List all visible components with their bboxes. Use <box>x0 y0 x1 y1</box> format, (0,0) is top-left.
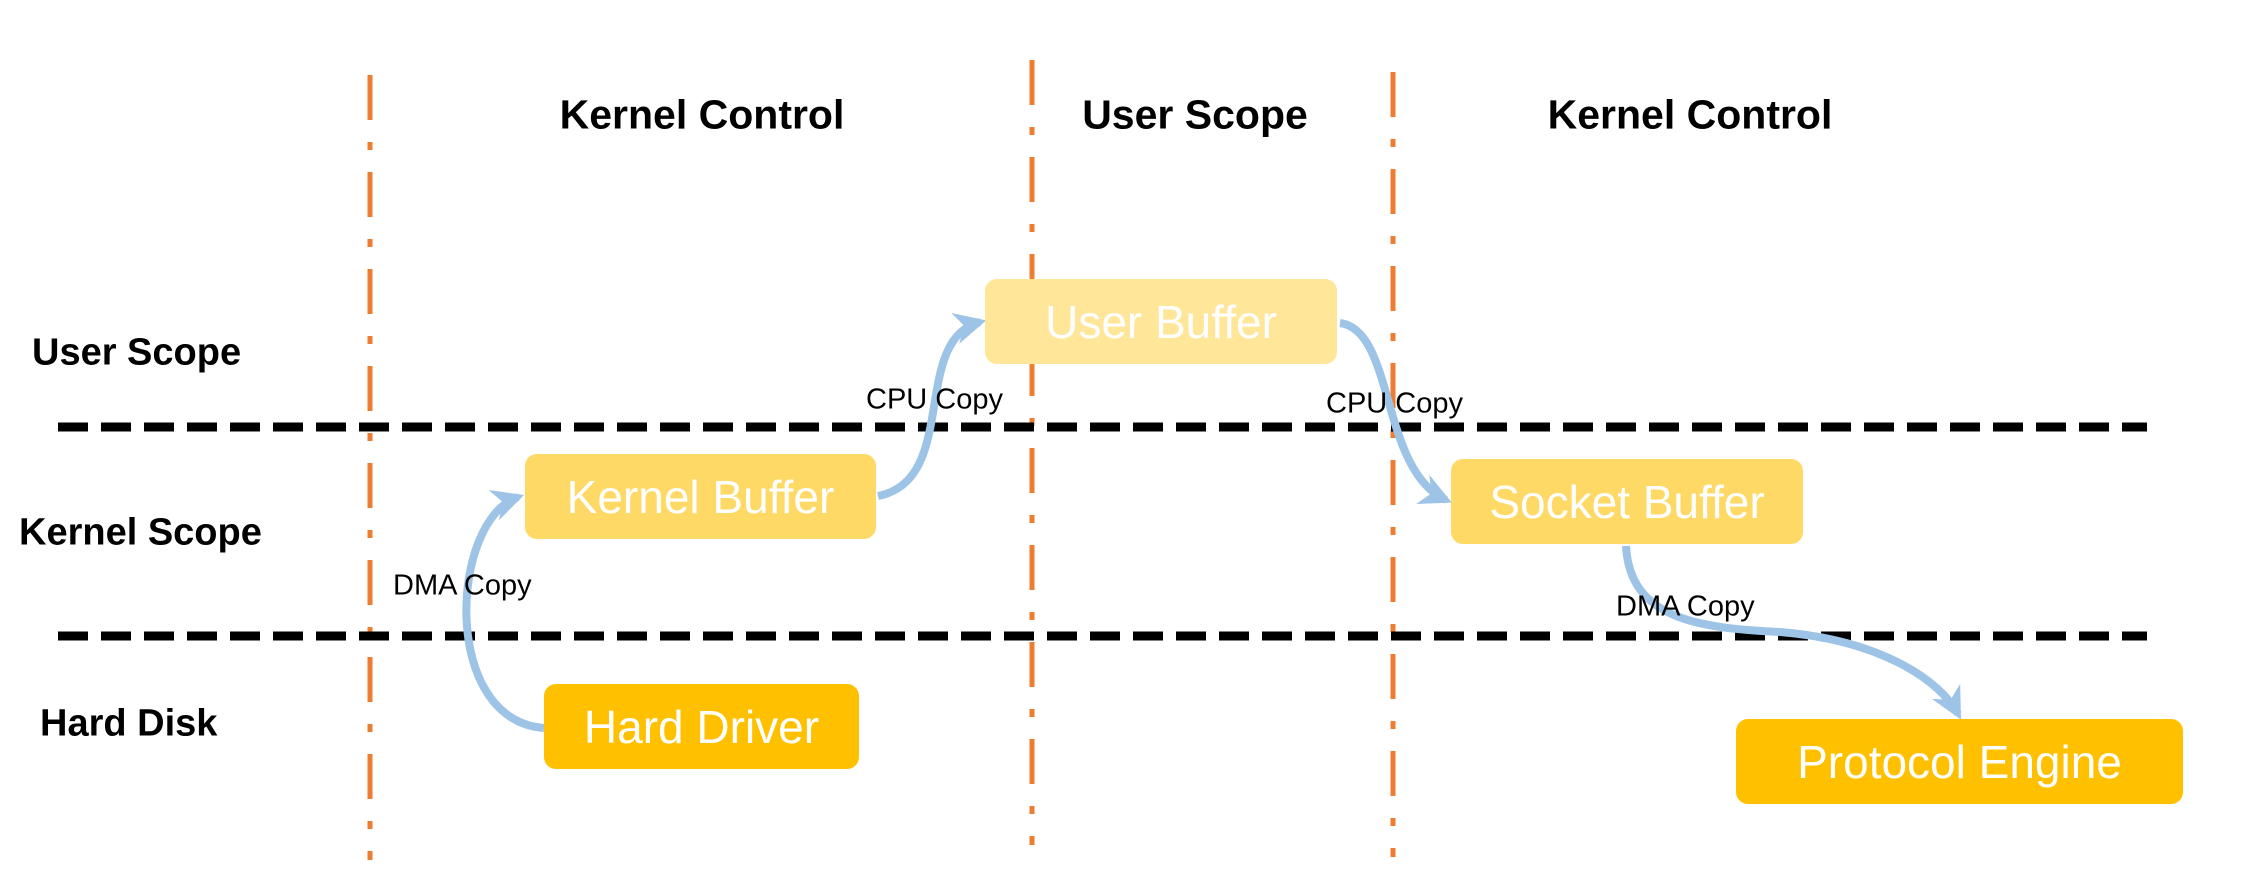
column-header-kernel-control-right: Kernel Control <box>1547 91 1833 138</box>
user-buffer-box: User Buffer <box>985 279 1337 364</box>
socket-buffer-box: Socket Buffer <box>1451 459 1803 544</box>
column-header-kernel-control-left: Kernel Control <box>559 91 845 138</box>
row-label-kernel-scope: Kernel Scope <box>19 511 262 554</box>
edge-label-dma-copy-2: DMA Copy <box>1616 590 1755 623</box>
edge-label-cpu-copy-2: CPU Copy <box>1326 387 1463 420</box>
protocol-engine-box: Protocol Engine <box>1736 719 2183 804</box>
column-header-user-scope: User Scope <box>1082 91 1308 138</box>
kernel-buffer-box: Kernel Buffer <box>525 454 876 539</box>
hard-driver-box: Hard Driver <box>544 684 859 769</box>
row-label-hard-disk: Hard Disk <box>40 702 218 745</box>
edge-label-cpu-copy-1: CPU Copy <box>866 383 1003 416</box>
edge-label-dma-copy-1: DMA Copy <box>393 569 532 602</box>
arrow-socket-to-protocol <box>1622 545 1962 720</box>
row-label-user-scope: User Scope <box>32 331 242 374</box>
